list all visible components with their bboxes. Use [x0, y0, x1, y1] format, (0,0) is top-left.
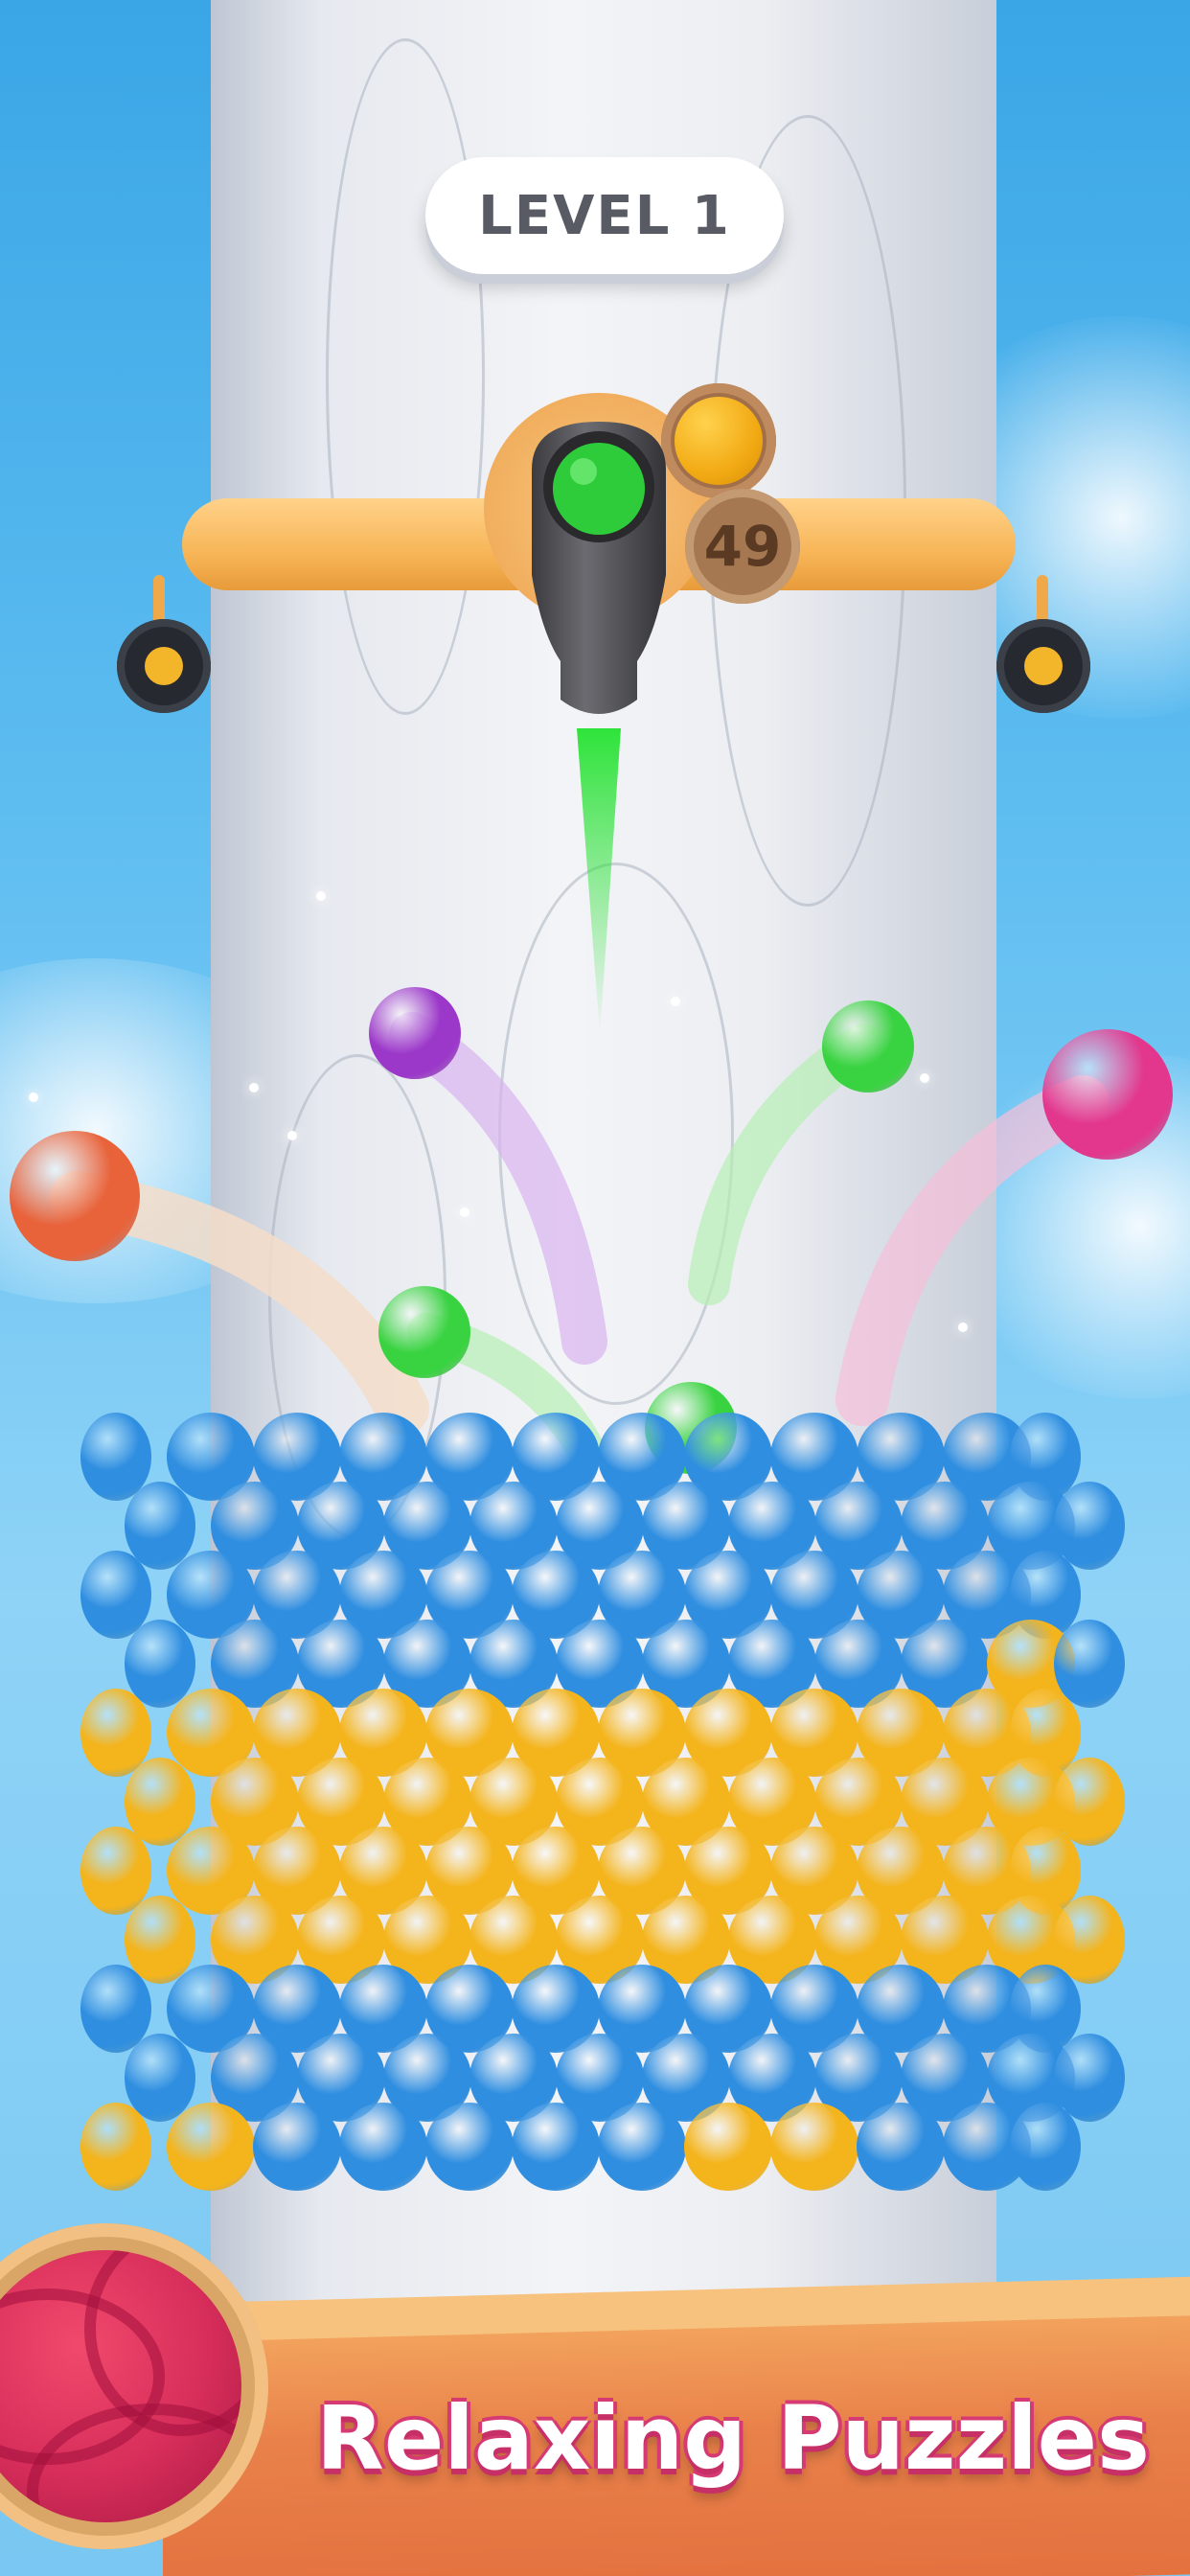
tower-ball: [770, 2103, 858, 2191]
tower-ball: [339, 2103, 427, 2191]
decorative-ball-icon: [0, 2223, 268, 2549]
tower-ball: [1010, 2103, 1081, 2191]
tower-ball: [167, 2103, 255, 2191]
tower-ball: [598, 2103, 686, 2191]
tower-ball: [80, 2103, 151, 2191]
promo-tagline: Relaxing Puzzles: [316, 2387, 1150, 2490]
tower-ball: [125, 1620, 195, 1708]
tower-ball: [425, 2103, 514, 2191]
tower-ball: [125, 1758, 195, 1846]
tower-ball: [125, 1896, 195, 1984]
tower-ball: [125, 2034, 195, 2122]
game-scene[interactable]: LEVEL 1 49 Relaxing Puzzles: [0, 0, 1190, 2576]
tower-ball: [1054, 2034, 1125, 2122]
tower-ball: [1054, 1758, 1125, 1846]
tower-ball: [857, 2103, 945, 2191]
tower-ball: [512, 2103, 600, 2191]
tower-ball: [1054, 1482, 1125, 1570]
tower-ball: [684, 2103, 772, 2191]
ball-tower[interactable]: [0, 0, 1190, 2576]
tower-ball: [125, 1482, 195, 1570]
tower-ball: [1054, 1896, 1125, 1984]
tower-ball: [1054, 1620, 1125, 1708]
tower-ball: [253, 2103, 341, 2191]
